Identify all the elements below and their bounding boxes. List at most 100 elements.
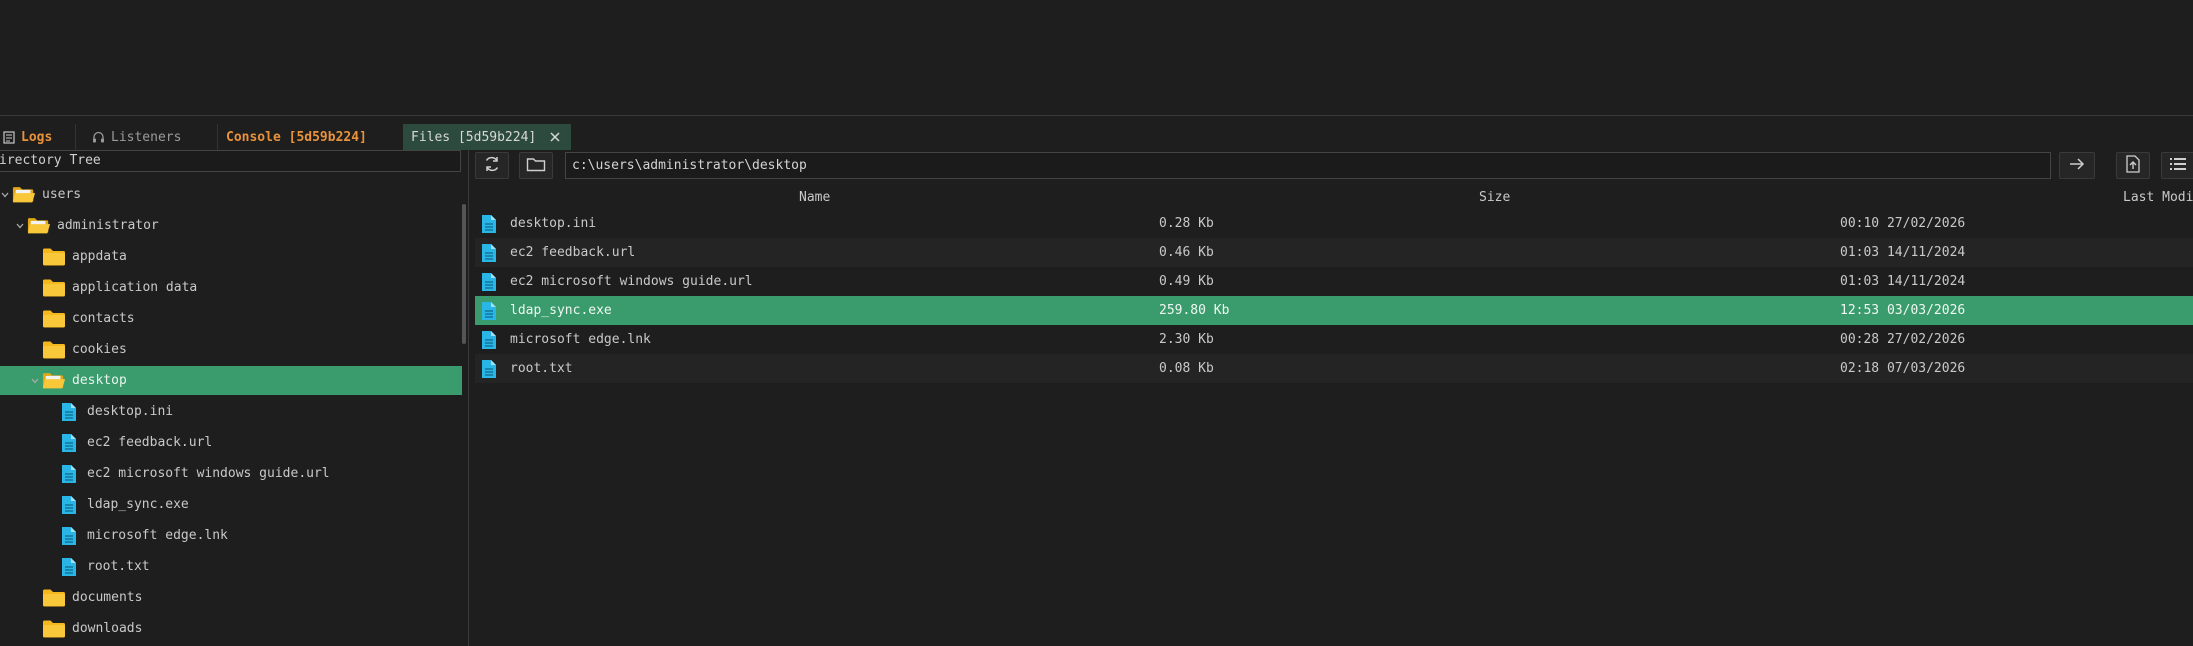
tree-item-label: ec2 microsoft windows guide.url <box>87 466 330 481</box>
file-icon <box>57 464 81 484</box>
tab-console-label: Console [5d59b224] <box>226 129 367 145</box>
tree-file-item[interactable]: ec2 microsoft windows guide.url <box>0 459 462 488</box>
tree-scrollbar[interactable] <box>462 204 466 344</box>
file-icon <box>481 272 497 296</box>
close-icon[interactable] <box>548 130 562 144</box>
column-header-modified[interactable]: Last Modified <box>2123 188 2193 208</box>
file-icon <box>481 243 497 267</box>
tree-file-item[interactable]: ec2 feedback.url <box>0 428 462 457</box>
folder-icon <box>42 247 66 267</box>
refresh-icon <box>483 155 501 177</box>
tab-listeners[interactable]: Listeners <box>84 124 218 150</box>
file-name: ec2 feedback.url <box>510 245 636 260</box>
folder-open-icon <box>42 371 66 391</box>
file-icon <box>481 301 497 325</box>
path-input[interactable] <box>565 152 2051 179</box>
tree-item-label: root.txt <box>87 559 150 574</box>
go-button[interactable] <box>2059 152 2095 179</box>
tree-item-label: cookies <box>72 342 127 357</box>
tree-folder-item[interactable]: desktop <box>0 366 462 395</box>
tab-files[interactable]: Files [5d59b224] <box>403 124 571 150</box>
tree-folder-item[interactable]: application data <box>0 273 462 302</box>
file-icon <box>57 402 81 422</box>
folder-open-icon <box>27 216 51 236</box>
file-name: desktop.ini <box>510 216 597 231</box>
file-icon <box>57 433 81 453</box>
open-folder-button[interactable] <box>519 152 553 179</box>
chevron-down-icon[interactable] <box>0 190 12 200</box>
tree-item-label: users <box>42 187 82 202</box>
tree-folder-item[interactable]: appdata <box>0 242 462 271</box>
file-size: 0.49 Kb <box>1159 274 1214 289</box>
refresh-button[interactable] <box>475 152 509 179</box>
file-row[interactable]: microsoft edge.lnk 2.30 Kb 00:28 27/02/202… <box>475 325 2193 354</box>
file-name: root.txt <box>510 361 573 376</box>
file-size: 259.80 Kb <box>1159 303 1230 318</box>
file-name: microsoft edge.lnk <box>510 332 651 347</box>
file-icon <box>57 526 81 546</box>
file-icon <box>481 359 497 383</box>
tree-folder-item[interactable]: contacts <box>0 304 462 333</box>
tree-file-item[interactable]: desktop.ini <box>0 397 462 426</box>
tab-logs-label: Logs <box>21 129 53 145</box>
file-size: 0.46 Kb <box>1159 245 1214 260</box>
folder-open-icon <box>12 185 36 205</box>
tree-file-item[interactable]: ldap_sync.exe <box>0 490 462 519</box>
file-browser-panel: Name Size Last Modified desktop.ini 0.28 … <box>469 150 2193 646</box>
tree-folder-item[interactable]: downloads <box>0 614 462 643</box>
file-icon <box>481 214 497 238</box>
folder-icon <box>42 340 66 360</box>
file-size: 0.28 Kb <box>1159 216 1214 231</box>
file-modified: 00:28 27/02/2026 <box>1840 332 1966 347</box>
chevron-down-icon[interactable] <box>28 376 42 386</box>
file-row[interactable]: ldap_sync.exe 259.80 Kb 12:53 03/03/2026 <box>475 296 2193 325</box>
upload-button[interactable] <box>2116 152 2150 179</box>
file-modified: 00:10 27/02/2026 <box>1840 216 1966 231</box>
tree-file-item[interactable]: microsoft edge.lnk <box>0 521 462 550</box>
tab-listeners-label: Listeners <box>111 129 182 145</box>
log-icon <box>2 130 15 144</box>
file-modified: 02:18 07/03/2026 <box>1840 361 1966 376</box>
tree-folder-item[interactable]: administrator <box>0 211 462 240</box>
file-name: ldap_sync.exe <box>510 303 612 318</box>
file-modified: 12:53 03/03/2026 <box>1840 303 1966 318</box>
file-row[interactable]: ec2 feedback.url 0.46 Kb 01:03 14/11/2024 <box>475 238 2193 267</box>
tree-item-label: documents <box>72 590 143 605</box>
tab-console[interactable]: Console [5d59b224] <box>218 124 402 150</box>
list-view-button[interactable] <box>2161 152 2193 179</box>
tree-item-label: appdata <box>72 249 127 264</box>
column-header-name[interactable]: Name <box>799 188 830 208</box>
column-header-size[interactable]: Size <box>1479 188 1510 208</box>
folder-icon <box>42 588 66 608</box>
file-row[interactable]: ec2 microsoft windows guide.url 0.49 Kb 01… <box>475 267 2193 296</box>
folder-icon <box>42 619 66 639</box>
tree-folder-item[interactable]: documents <box>0 583 462 612</box>
file-name: ec2 microsoft windows guide.url <box>510 274 753 289</box>
top-panel <box>0 0 2193 116</box>
tree-folder-item[interactable]: cookies <box>0 335 462 364</box>
file-modified: 01:03 14/11/2024 <box>1840 245 1966 260</box>
tab-bar: Logs Listeners Console [5d59b224] Files … <box>0 116 2193 150</box>
tree-item-label: desktop.ini <box>87 404 174 419</box>
tab-files-label: Files [5d59b224] <box>411 129 537 145</box>
tab-logs[interactable]: Logs <box>0 124 76 150</box>
tree-item-label: microsoft edge.lnk <box>87 528 228 543</box>
arrow-right-icon <box>2068 157 2086 175</box>
tree-file-item[interactable]: root.txt <box>0 552 462 581</box>
headphones-icon <box>92 131 105 144</box>
file-modified: 01:03 14/11/2024 <box>1840 274 1966 289</box>
tree-item-label: application data <box>72 280 198 295</box>
list-icon <box>2169 157 2187 175</box>
file-row[interactable]: root.txt 0.08 Kb 02:18 07/03/2026 <box>475 354 2193 383</box>
file-size: 2.30 Kb <box>1159 332 1214 347</box>
upload-file-icon <box>2125 154 2141 177</box>
folder-icon <box>526 156 546 176</box>
chevron-down-icon[interactable] <box>13 221 27 231</box>
file-row[interactable]: desktop.ini 0.28 Kb 00:10 27/02/2026 <box>475 209 2193 238</box>
tree-item-label: contacts <box>72 311 135 326</box>
tree-folder-item[interactable]: users <box>0 180 462 209</box>
file-icon <box>57 557 81 577</box>
folder-icon <box>42 278 66 298</box>
tree-item-label: ldap_sync.exe <box>87 497 189 512</box>
file-icon <box>481 330 497 354</box>
